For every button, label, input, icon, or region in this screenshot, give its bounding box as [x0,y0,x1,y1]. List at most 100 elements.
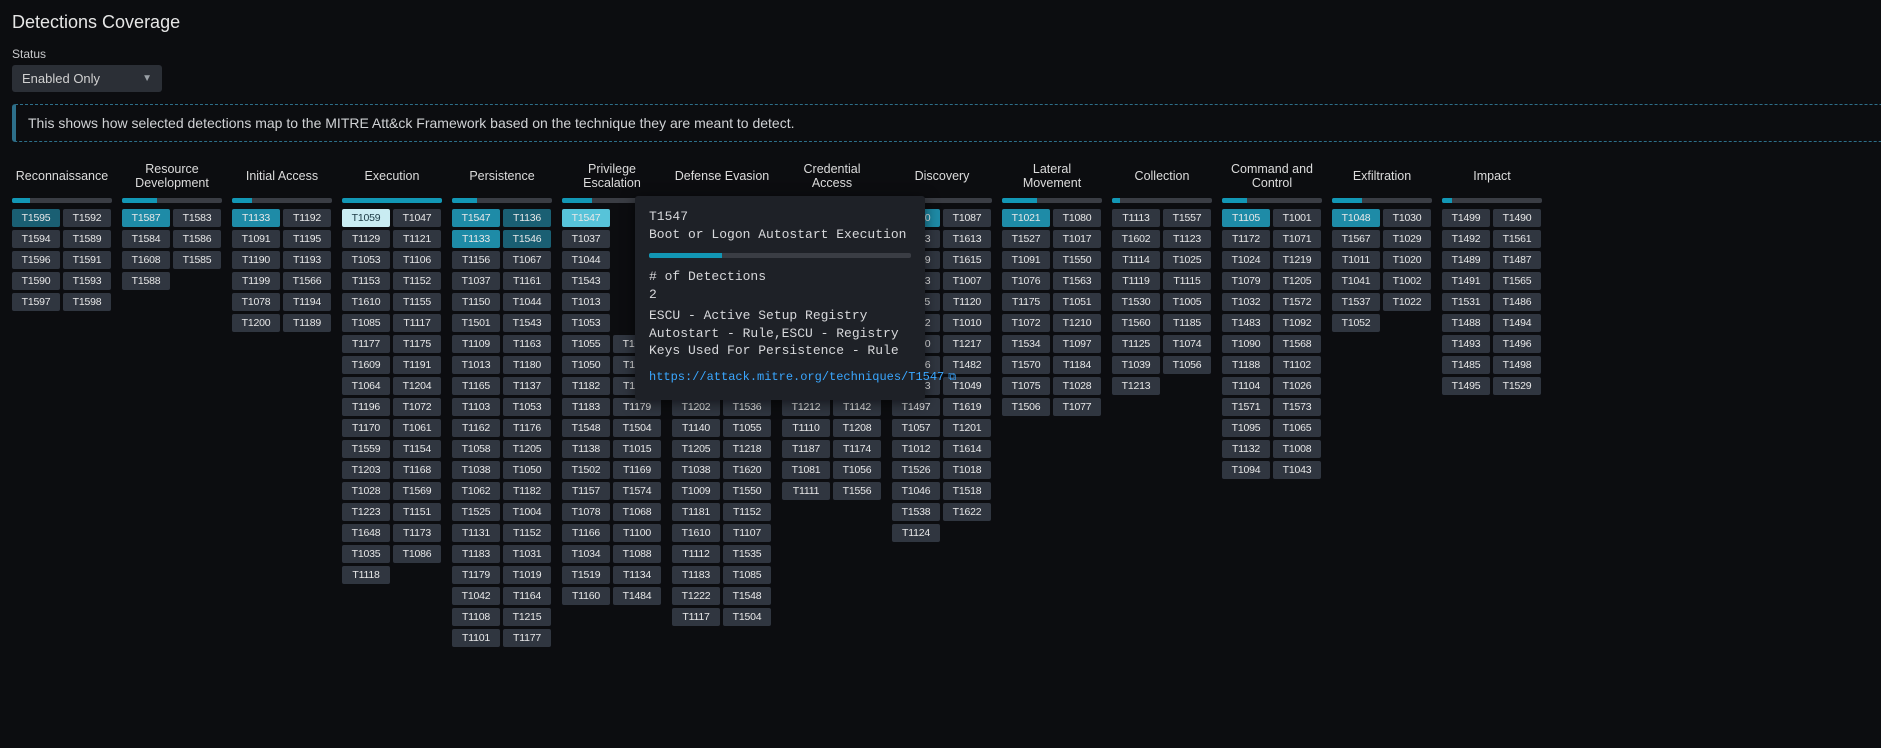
technique-cell[interactable]: T1055 [562,335,610,353]
technique-cell[interactable]: T1021 [1002,209,1050,227]
technique-cell[interactable]: T1056 [1163,356,1211,374]
technique-cell[interactable]: T1152 [723,503,771,521]
technique-cell[interactable]: T1538 [892,503,940,521]
technique-cell[interactable]: T1105 [1222,209,1270,227]
technique-cell[interactable]: T1053 [342,251,390,269]
technique-cell[interactable]: T1608 [122,251,170,269]
technique-cell[interactable]: T1501 [452,314,500,332]
technique-cell[interactable]: T1172 [1222,230,1270,248]
technique-cell[interactable]: T1495 [1442,377,1490,395]
technique-cell[interactable]: T1108 [452,608,500,626]
technique-cell[interactable]: T1100 [613,524,661,542]
technique-cell[interactable]: T1486 [1493,293,1541,311]
technique-cell[interactable]: T1183 [452,545,500,563]
technique-cell[interactable]: T1493 [1442,335,1490,353]
technique-cell[interactable]: T1622 [943,503,991,521]
technique-cell[interactable]: T1504 [723,608,771,626]
technique-cell[interactable]: T1490 [1493,209,1541,227]
technique-cell[interactable]: T1518 [943,482,991,500]
technique-cell[interactable]: T1042 [452,587,500,605]
technique-cell[interactable]: T1133 [452,230,500,248]
technique-cell[interactable]: T1615 [943,251,991,269]
technique-cell[interactable]: T1043 [1273,461,1321,479]
technique-cell[interactable]: T1056 [833,461,881,479]
technique-cell[interactable]: T1088 [613,545,661,563]
technique-cell[interactable]: T1487 [1493,251,1541,269]
technique-cell[interactable]: T1037 [562,230,610,248]
technique-cell[interactable]: T1037 [452,272,500,290]
technique-cell[interactable]: T1013 [562,293,610,311]
technique-cell[interactable]: T1535 [723,545,771,563]
technique-cell[interactable]: T1078 [562,503,610,521]
technique-cell[interactable]: T1053 [562,314,610,332]
technique-cell[interactable]: T1595 [12,209,60,227]
technique-cell[interactable]: T1136 [503,209,551,227]
technique-cell[interactable]: T1610 [342,293,390,311]
technique-cell[interactable]: T1002 [1383,272,1431,290]
technique-cell[interactable]: T1075 [1002,377,1050,395]
technique-cell[interactable]: T1557 [1163,209,1211,227]
technique-cell[interactable]: T1044 [503,293,551,311]
technique-cell[interactable]: T1498 [1493,356,1541,374]
technique-cell[interactable]: T1067 [503,251,551,269]
technique-cell[interactable]: T1162 [452,419,500,437]
technique-cell[interactable]: T1114 [1112,251,1160,269]
technique-cell[interactable]: T1583 [173,209,221,227]
technique-cell[interactable]: T1087 [943,209,991,227]
technique-cell[interactable]: T1151 [393,503,441,521]
technique-cell[interactable]: T1176 [503,419,551,437]
technique-cell[interactable]: T1025 [1163,251,1211,269]
technique-cell[interactable]: T1090 [1222,335,1270,353]
technique-cell[interactable]: T1110 [782,419,830,437]
technique-cell[interactable]: T1547 [562,209,610,227]
technique-cell[interactable]: T1205 [672,440,720,458]
technique-cell[interactable]: T1169 [613,461,661,479]
technique-cell[interactable]: T1550 [1053,251,1101,269]
technique-cell[interactable]: T1062 [452,482,500,500]
technique-cell[interactable]: T1536 [723,398,771,416]
technique-cell[interactable]: T1068 [613,503,661,521]
technique-cell[interactable]: T1017 [1053,230,1101,248]
technique-cell[interactable]: T1527 [1002,230,1050,248]
technique-cell[interactable]: T1009 [672,482,720,500]
technique-cell[interactable]: T1071 [1273,230,1321,248]
technique-cell[interactable]: T1034 [562,545,610,563]
technique-cell[interactable]: T1187 [782,440,830,458]
technique-cell[interactable]: T1489 [1442,251,1490,269]
technique-cell[interactable]: T1153 [342,272,390,290]
technique-cell[interactable]: T1018 [943,461,991,479]
technique-cell[interactable]: T1584 [122,230,170,248]
technique-cell[interactable]: T1038 [452,461,500,479]
technique-cell[interactable]: T1065 [1273,419,1321,437]
technique-cell[interactable]: T1078 [232,293,280,311]
technique-cell[interactable]: T1103 [452,398,500,416]
technique-cell[interactable]: T1112 [672,545,720,563]
technique-cell[interactable]: T1195 [283,230,331,248]
technique-cell[interactable]: T1496 [1493,335,1541,353]
technique-cell[interactable]: T1157 [562,482,610,500]
technique-cell[interactable]: T1596 [12,251,60,269]
technique-cell[interactable]: T1488 [1442,314,1490,332]
technique-cell[interactable]: T1222 [672,587,720,605]
technique-cell[interactable]: T1011 [1332,251,1380,269]
technique-cell[interactable]: T1140 [672,419,720,437]
technique-cell[interactable]: T1174 [833,440,881,458]
technique-cell[interactable]: T1154 [393,440,441,458]
technique-cell[interactable]: T1569 [393,482,441,500]
technique-cell[interactable]: T1200 [232,314,280,332]
technique-cell[interactable]: T1079 [1222,272,1270,290]
technique-cell[interactable]: T1044 [562,251,610,269]
technique-cell[interactable]: T1204 [393,377,441,395]
technique-cell[interactable]: T1219 [1273,251,1321,269]
technique-cell[interactable]: T1572 [1273,293,1321,311]
technique-cell[interactable]: T1648 [342,524,390,542]
technique-cell[interactable]: T1048 [1332,209,1380,227]
technique-cell[interactable]: T1589 [63,230,111,248]
technique-cell[interactable]: T1030 [1383,209,1431,227]
technique-cell[interactable]: T1218 [723,440,771,458]
technique-cell[interactable]: T1118 [342,566,390,584]
technique-cell[interactable]: T1546 [503,230,551,248]
technique-cell[interactable]: T1058 [452,440,500,458]
technique-cell[interactable]: T1085 [723,566,771,584]
technique-cell[interactable]: T1566 [283,272,331,290]
